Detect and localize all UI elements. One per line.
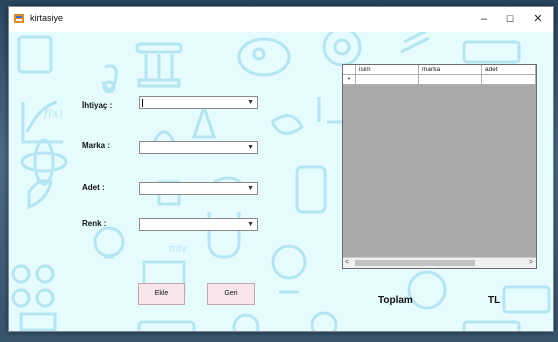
text-cursor (142, 99, 143, 107)
chevron-down-icon[interactable]: ▼ (247, 219, 254, 231)
grid-cell-adet[interactable] (482, 75, 536, 85)
chevron-down-icon[interactable]: ▼ (247, 183, 254, 195)
main-window: kirtasiye – ☐ ✕ f(x) mtv İhtiyaç: ▼ Mar… (8, 6, 554, 332)
grid-corner-header (343, 65, 356, 75)
marka-label: Marka : (82, 141, 111, 150)
horizontal-scrollbar[interactable]: < > (343, 257, 536, 268)
scroll-right-icon[interactable]: > (529, 258, 533, 268)
renk-label: Renk : (82, 219, 107, 228)
new-row-marker[interactable]: * (343, 75, 356, 85)
currency-label: TL (488, 295, 501, 306)
marka-combo[interactable]: ▼ (139, 141, 258, 154)
chevron-down-icon[interactable]: ▼ (247, 142, 254, 154)
adet-label: Adet : (82, 183, 105, 192)
grid-cell-marka[interactable] (419, 75, 482, 85)
ekle-button[interactable]: Ekle (138, 283, 185, 305)
grid-cell-isim[interactable] (356, 75, 419, 85)
svg-text:mtv: mtv (169, 243, 187, 255)
maximize-button[interactable]: ☐ (495, 7, 525, 32)
title-bar: kirtasiye – ☐ ✕ (9, 7, 553, 32)
scroll-thumb[interactable] (355, 260, 475, 266)
form-client-area: f(x) mtv İhtiyaç : ▼ Marka : ▼ Adet : ▼ … (9, 32, 553, 331)
window-title: kirtasiye (30, 13, 64, 23)
chevron-down-icon[interactable]: ▼ (247, 97, 254, 109)
column-header-isim[interactable]: isim (356, 65, 419, 75)
scroll-left-icon[interactable]: < (345, 258, 349, 268)
close-button[interactable]: ✕ (523, 7, 553, 32)
ihtiyac-combo[interactable]: ▼ (139, 96, 258, 109)
ihtiyac-label: İhtiyaç : (82, 101, 113, 110)
column-header-marka[interactable]: marka (419, 65, 482, 75)
column-header-adet[interactable]: adet (482, 65, 536, 75)
geri-button[interactable]: Geri (207, 283, 255, 305)
data-grid[interactable]: isim marka adet * < > (342, 64, 537, 269)
adet-combo[interactable]: ▼ (139, 182, 258, 195)
renk-combo[interactable]: ▼ (139, 218, 258, 231)
svg-text:f(x): f(x) (43, 107, 63, 120)
app-icon (14, 14, 24, 23)
toplam-label: Toplam (378, 295, 413, 306)
